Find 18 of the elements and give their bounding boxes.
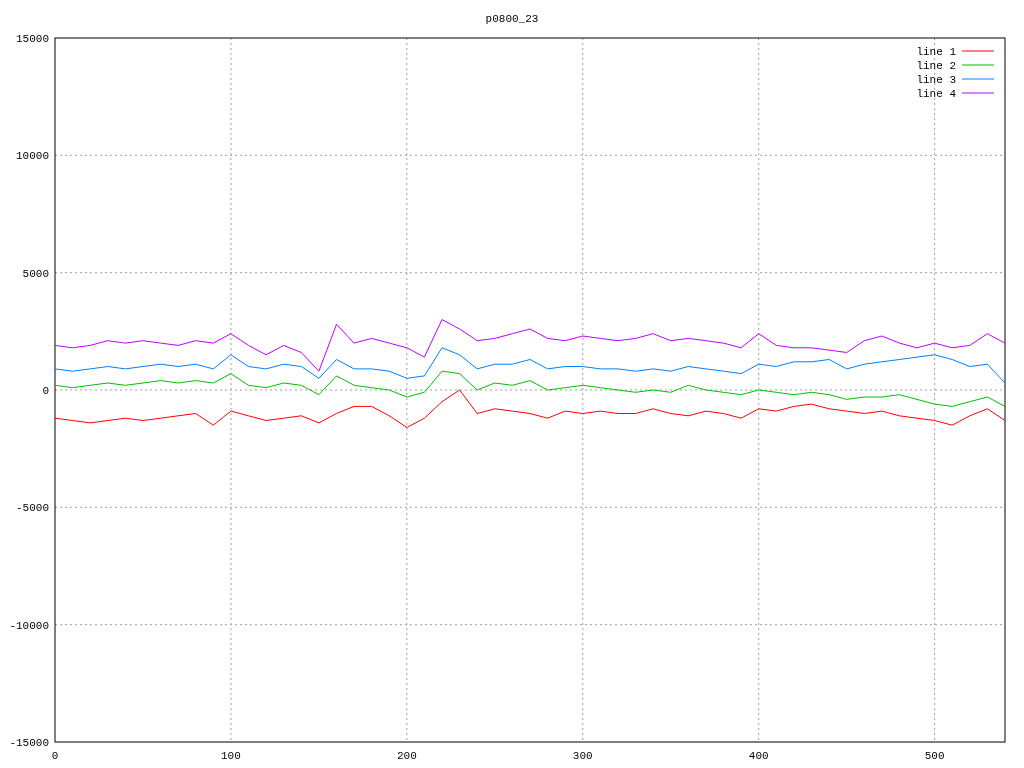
legend-label: line 2 — [916, 60, 956, 72]
y-tick-label: 0 — [42, 385, 49, 397]
y-tick-label: 10000 — [16, 150, 49, 163]
y-tick-label: -10000 — [9, 619, 49, 632]
legend-label: line 1 — [916, 46, 956, 58]
y-tick-label: -5000 — [16, 502, 49, 515]
x-tick-label: 500 — [924, 750, 945, 762]
x-tick-label: 400 — [748, 750, 769, 762]
legend-label: line 3 — [916, 74, 956, 86]
x-tick-label: 100 — [221, 750, 241, 762]
legend-label: line 4 — [916, 88, 956, 100]
y-tick-label: -15000 — [9, 737, 49, 749]
x-tick-label: 200 — [396, 750, 417, 762]
x-tick-label: 0 — [51, 750, 59, 762]
x-tick-label: 300 — [572, 750, 593, 762]
chart-title: p0800_23 — [485, 13, 539, 25]
y-tick-label: 15000 — [16, 33, 49, 45]
y-tick-label: 5000 — [22, 267, 49, 280]
